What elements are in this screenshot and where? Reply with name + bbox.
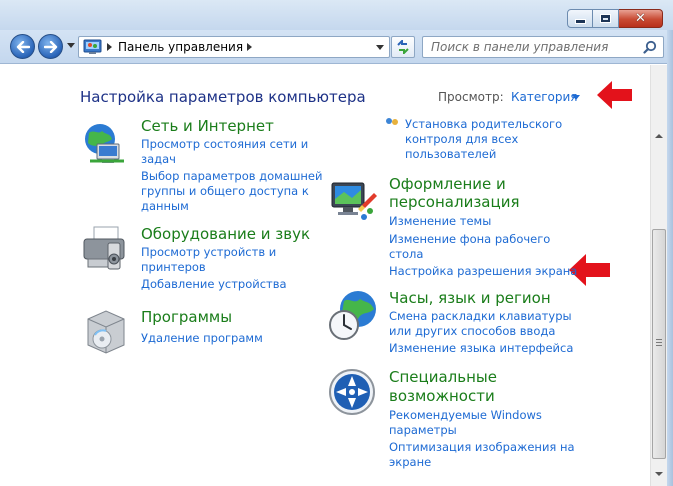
link-change-background-line2[interactable]: стола: [389, 247, 423, 263]
category-title-line1[interactable]: Оформление и: [389, 175, 506, 194]
back-button[interactable]: [10, 34, 35, 59]
window-border: [667, 30, 673, 486]
link-uninstall-program[interactable]: Удаление программ: [141, 331, 263, 347]
programs-box-icon[interactable]: [80, 305, 132, 357]
link-parental-controls-line1[interactable]: Установка родительского: [405, 117, 562, 133]
search-input[interactable]: [431, 37, 643, 57]
control-panel-icon: [83, 39, 103, 55]
category-title[interactable]: Оборудование и звук: [141, 225, 310, 244]
maximize-button[interactable]: [593, 9, 619, 28]
content-pane: Настройка параметров компьютера Просмотр…: [0, 65, 650, 486]
forward-button[interactable]: [38, 34, 63, 59]
link-keyboard-layout-line1[interactable]: Смена раскладки клавиатуры: [389, 309, 572, 325]
link-devices-printers-line2[interactable]: принтеров: [141, 260, 206, 276]
link-parental-controls-line2[interactable]: контроля для всех: [405, 132, 518, 148]
accessibility-icon[interactable]: [328, 368, 380, 420]
parental-controls-icon: [386, 118, 398, 125]
breadcrumb-separator-icon[interactable]: [107, 43, 112, 51]
category-title-line2[interactable]: возможности: [389, 387, 495, 406]
category-title-line2[interactable]: персонализация: [389, 193, 519, 212]
address-dropdown-icon[interactable]: [376, 45, 384, 50]
grip-line: [656, 342, 662, 343]
address-bar[interactable]: Панель управления: [78, 36, 390, 58]
grip-line: [656, 345, 662, 346]
clock-globe-icon[interactable]: [328, 289, 380, 341]
link-recommended-settings-line1[interactable]: Рекомендуемые Windows: [389, 408, 542, 424]
breadcrumb-child-arrow-icon[interactable]: [247, 43, 253, 51]
close-icon: ✕: [635, 11, 646, 26]
category-title[interactable]: Сеть и Интернет: [141, 117, 274, 136]
recent-pages-dropdown[interactable]: [67, 43, 75, 48]
view-label: Просмотр:: [438, 90, 504, 104]
arrow-left-icon: [16, 40, 30, 53]
link-network-status-line1[interactable]: Просмотр состояния сети и: [141, 137, 308, 153]
link-optimize-display-line2[interactable]: экране: [389, 455, 431, 471]
breadcrumb-control-panel[interactable]: Панель управления: [118, 40, 243, 54]
scroll-up-icon: [655, 133, 663, 138]
link-change-background-line1[interactable]: Изменение фона рабочего: [389, 232, 550, 248]
scroll-down-icon: [655, 471, 663, 476]
minimize-button[interactable]: [567, 9, 593, 28]
refresh-button[interactable]: [391, 36, 415, 58]
link-display-language[interactable]: Изменение языка интерфейса: [389, 341, 573, 357]
category-title[interactable]: Программы: [141, 308, 232, 327]
navigation-bar: Панель управления: [0, 30, 673, 64]
search-box[interactable]: [422, 36, 664, 58]
arrow-right-icon: [43, 40, 57, 53]
monitor-palette-icon[interactable]: [328, 175, 380, 227]
red-arrow-annotation-icon: [597, 81, 632, 109]
link-change-theme[interactable]: Изменение темы: [389, 214, 491, 230]
link-parental-controls-line3[interactable]: пользователей: [405, 147, 496, 163]
view-mode-caret-icon[interactable]: [572, 95, 580, 100]
link-screen-resolution[interactable]: Настройка разрешения экрана: [389, 264, 577, 280]
refresh-icon: [397, 40, 409, 54]
vertical-scrollbar[interactable]: [650, 65, 667, 486]
link-optimize-display-line1[interactable]: Оптимизация изображения на: [389, 440, 575, 456]
close-button[interactable]: ✕: [619, 9, 663, 28]
minimize-icon: [574, 19, 586, 24]
scrollbar-thumb[interactable]: [652, 229, 666, 459]
scroll-down-button[interactable]: [651, 465, 667, 482]
link-homegroup-line2[interactable]: группы и общего доступа к: [141, 184, 309, 200]
printer-icon[interactable]: [80, 225, 132, 277]
window-controls: ✕: [567, 9, 663, 28]
grip-line: [656, 339, 662, 340]
scroll-up-button[interactable]: [651, 127, 667, 144]
link-keyboard-layout-line2[interactable]: или других способов ввода: [389, 324, 555, 340]
link-homegroup-line3[interactable]: данным: [141, 199, 189, 215]
network-globe-icon[interactable]: [80, 121, 132, 173]
link-recommended-settings-line2[interactable]: параметры: [389, 423, 457, 439]
link-add-device[interactable]: Добавление устройства: [141, 277, 287, 293]
category-title[interactable]: Часы, язык и регион: [389, 289, 551, 308]
page-title: Настройка параметров компьютера: [80, 88, 366, 106]
link-homegroup-line1[interactable]: Выбор параметров домашней: [141, 169, 322, 185]
view-mode-selector[interactable]: Категория: [511, 90, 578, 104]
link-devices-printers-line1[interactable]: Просмотр устройств и: [141, 245, 276, 261]
category-title-line1[interactable]: Специальные: [389, 368, 497, 387]
title-bar: ✕: [0, 0, 673, 30]
link-network-status-line2[interactable]: задач: [141, 152, 176, 168]
maximize-icon: [600, 14, 611, 23]
search-icon[interactable]: [643, 40, 657, 54]
